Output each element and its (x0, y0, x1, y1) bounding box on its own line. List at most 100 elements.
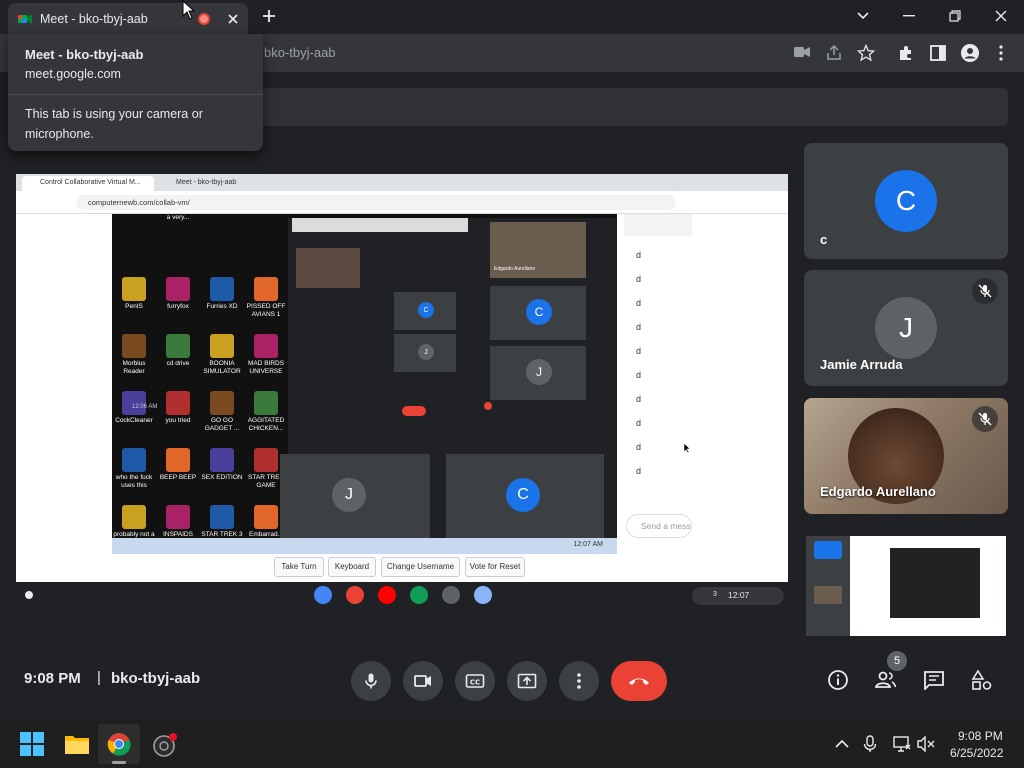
chromeos-launcher-icon[interactable] (25, 591, 33, 599)
chrome-taskbar-icon[interactable] (98, 724, 140, 764)
desktop-icon[interactable]: ANGER BIRD (244, 214, 288, 260)
more-options-button[interactable] (559, 661, 599, 701)
desktop-icon[interactable]: Morbius Reader (112, 328, 156, 382)
menu-kebab-icon[interactable] (998, 45, 1004, 61)
desktop-icon-image (210, 391, 234, 415)
meeting-time: 9:08 PM (24, 670, 81, 687)
desktop-icon[interactable]: Porn Player (200, 214, 244, 260)
youtube-app-icon[interactable] (378, 586, 396, 604)
desktop-icon-label: PenIS (125, 303, 143, 310)
desktop-icon-label: SEX EDITION (201, 474, 243, 481)
hover-card-domain: meet.google.com (25, 67, 121, 81)
taskbar-time[interactable]: 9:08 PM (958, 729, 1003, 743)
hover-card-notice: This tab is using your camera or microph… (25, 107, 203, 141)
close-tab-icon[interactable] (228, 13, 238, 24)
participant-tile-c[interactable]: C c (804, 143, 1008, 259)
vm-app-icon[interactable] (442, 586, 460, 604)
nested-tile-person: Edgardo Aurellano (490, 222, 586, 278)
present-button[interactable] (507, 661, 547, 701)
camera-button[interactable] (403, 661, 443, 701)
tray-microphone-icon[interactable] (863, 735, 877, 753)
self-view-presentation-tile[interactable] (804, 526, 1008, 638)
meet-favicon-icon (18, 13, 32, 25)
desktop-icon[interactable]: Furries XD (200, 271, 244, 325)
desktop-icon[interactable]: this looks like a very... (156, 214, 200, 260)
windows-start-icon[interactable] (20, 732, 44, 756)
inner-tab-bar: Control Collaborative Virtual M... Meet … (16, 174, 788, 191)
browser-tab[interactable]: Meet - bko-tbyj-aab (8, 3, 248, 34)
side-panel-icon[interactable] (929, 44, 947, 62)
profile-icon[interactable] (960, 43, 980, 63)
network-icon[interactable] (893, 736, 911, 752)
end-call-button[interactable] (611, 661, 667, 701)
desktop-icon[interactable]: who the fuck uses this (112, 442, 156, 496)
bookmark-star-icon[interactable] (857, 44, 875, 62)
vm-action-button[interactable]: Take Turn (274, 557, 324, 577)
desktop-icon-image (254, 277, 278, 301)
desktop-icon[interactable]: AGGITATED CHICKEN... (244, 385, 288, 439)
obs-recorder-icon[interactable] (152, 732, 178, 758)
desktop-icon-label: who the fuck uses this (115, 474, 153, 489)
desktop-icon[interactable]: CockCleaner (112, 385, 156, 439)
restore-button[interactable] (932, 0, 978, 32)
mic-off-icon (972, 406, 998, 432)
desktop-icon[interactable]: GO GO GADGET ... (200, 385, 244, 439)
vm-action-button[interactable]: Change Username (381, 557, 460, 577)
microphone-button[interactable] (351, 661, 391, 701)
minimize-button[interactable] (886, 0, 932, 32)
chat-button[interactable] (916, 662, 952, 698)
file-explorer-icon[interactable] (64, 733, 90, 755)
vm-action-button[interactable]: Vote for Reset (465, 557, 525, 577)
settings-app-icon[interactable] (474, 586, 492, 604)
extensions-puzzle-icon[interactable] (897, 44, 915, 62)
vm-action-button[interactable]: Keyboard (328, 557, 376, 577)
captions-button[interactable]: CC (455, 661, 495, 701)
camera-in-use-icon[interactable] (794, 46, 810, 58)
new-tab-button[interactable] (262, 9, 276, 23)
address-text[interactable]: bko-tbyj-aab (264, 45, 336, 60)
chromeos-status-area[interactable]: 12:07 (692, 587, 784, 605)
activities-button[interactable] (964, 662, 1000, 698)
participant-tile-edgardo[interactable]: Edgardo Aurellano (804, 398, 1008, 514)
taskbar-date[interactable]: 6/25/2022 (950, 746, 1003, 760)
chat-message: d (636, 274, 642, 284)
chat-message: d (636, 322, 642, 332)
desktop-icon[interactable]: BOONIA SIMULATOR (200, 328, 244, 382)
tab-hover-card: Meet - bko-tbyj-aab meet.google.com This… (8, 34, 263, 151)
chrome-app-icon[interactable] (314, 586, 332, 604)
inner-tab-2: Meet - bko-tbyj-aab (176, 179, 237, 186)
desktop-icon[interactable]: MAD BIRDS UNIVERSE (244, 328, 288, 382)
participant-tile-jamie[interactable]: J Jamie Arruda (804, 270, 1008, 386)
vm-taskbar-clock: 12:07 AM (573, 541, 603, 548)
desktop-icon[interactable]: cd drive (156, 328, 200, 382)
desktop-icon[interactable]: furryfox (156, 271, 200, 325)
inner-address-bar: computernewb.com/collab-vm/ (16, 191, 788, 214)
participant-name: c (820, 232, 828, 247)
desktop-icon[interactable]: SEX EDITION (200, 442, 244, 496)
desktop-icon-label: this looks like a very... (166, 214, 190, 221)
meet-app-icon[interactable] (410, 586, 428, 604)
desktop-icon-image (122, 334, 146, 358)
chat-input[interactable]: Send a message (626, 514, 692, 538)
share-icon[interactable] (825, 44, 843, 62)
meeting-details-button[interactable] (820, 662, 856, 698)
desktop-icon-image (122, 448, 146, 472)
desktop-icon-label: Furries XD (206, 303, 238, 310)
desktop-icon-label: you tried (165, 417, 191, 424)
tab-search-button[interactable] (840, 0, 886, 32)
desktop-icon[interactable]: PISSED OFF AVIANS 1 (244, 271, 288, 325)
gmail-app-icon[interactable] (346, 586, 364, 604)
mic-off-icon (972, 278, 998, 304)
desktop-icon-image (166, 334, 190, 358)
chat-message: d (636, 418, 642, 428)
self-view-thumbnail (806, 536, 1006, 636)
vm-desktop: Windows Vista this looks like a very... Po… (112, 214, 617, 554)
desktop-icon[interactable]: PenIS (112, 271, 156, 325)
volume-muted-icon[interactable] (917, 736, 935, 752)
desktop-icon[interactable]: Windows Vista (112, 214, 156, 260)
desktop-icon-image (122, 391, 146, 415)
desktop-icon[interactable]: you tried (156, 385, 200, 439)
tray-chevron-icon[interactable] (835, 739, 849, 748)
close-window-button[interactable] (978, 0, 1024, 32)
desktop-icon[interactable]: BEEP BEEP (156, 442, 200, 496)
